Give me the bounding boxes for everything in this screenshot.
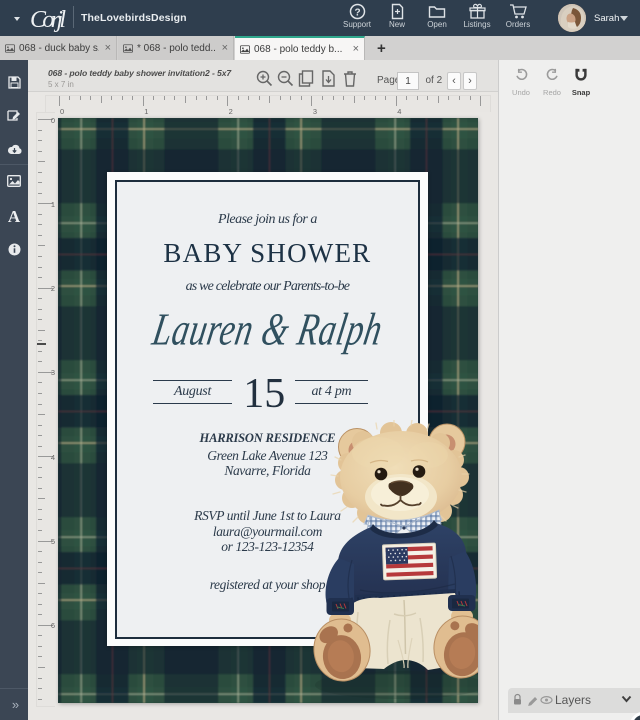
svg-text:?: ? (354, 8, 360, 19)
svg-text:Corjl: Corjl (30, 7, 66, 33)
